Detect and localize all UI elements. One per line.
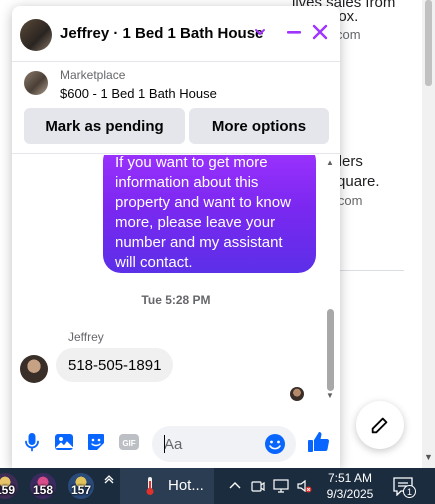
notification-count-badge: 1 — [403, 485, 416, 498]
new-message-button[interactable] — [356, 401, 404, 449]
sender-name: Jeffrey — [68, 330, 104, 344]
text-caret — [164, 435, 165, 453]
emoji-icon[interactable] — [264, 433, 286, 455]
voice-clip-button[interactable] — [22, 432, 42, 452]
chat-window: Jeffrey · 1 Bed 1 Bath House Marketplace… — [12, 6, 340, 468]
scroll-down-arrow-icon[interactable]: ▼ — [326, 391, 334, 400]
taskbar-app-button[interactable]: 158 — [30, 473, 56, 499]
avatar[interactable] — [20, 19, 52, 51]
message-list[interactable]: If you want to get more information abou… — [12, 155, 340, 415]
page-scrollbar-thumb[interactable] — [425, 0, 432, 86]
message-scrollbar-thumb[interactable] — [327, 309, 334, 391]
meet-now-icon[interactable] — [250, 478, 266, 494]
badge-count: 158 — [32, 483, 54, 497]
clock-time: 7:51 AM — [327, 471, 373, 485]
photo-icon — [55, 434, 74, 450]
chat-header[interactable]: Jeffrey · 1 Bed 1 Bath House — [12, 6, 340, 62]
gif-icon: GIF — [119, 434, 139, 450]
sticker-button[interactable] — [86, 432, 106, 452]
microphone-icon — [25, 433, 39, 452]
weather-label: Hot... — [168, 477, 204, 494]
minimize-icon — [287, 31, 301, 34]
chevron-up-icon[interactable] — [104, 472, 114, 484]
message-line: will contact. — [115, 254, 193, 271]
message-line: property and want to know — [115, 194, 291, 211]
taskbar: 159 158 157 Hot... 7:51 AM 9/3/2025 1 — [0, 468, 435, 504]
message-input-container[interactable] — [152, 426, 296, 462]
taskbar-app-button[interactable]: 159 — [0, 473, 18, 499]
listing-source: Marketplace — [60, 68, 126, 82]
message-line: If you want to get more — [115, 155, 268, 171]
seen-receipt-avatar — [290, 387, 304, 401]
close-icon[interactable] — [310, 22, 330, 42]
message-input[interactable] — [164, 434, 260, 454]
clock-date: 9/3/2025 — [326, 487, 374, 501]
listing-panel: Marketplace $600 - 1 Bed 1 Bath House Ma… — [12, 62, 340, 154]
message-timestamp: Tue 5:28 PM — [141, 293, 211, 307]
gif-button[interactable]: GIF — [118, 432, 140, 452]
scroll-down-arrow-icon[interactable]: ▼ — [424, 452, 433, 462]
thermometer-icon — [146, 477, 154, 495]
gif-label: GIF — [122, 439, 135, 448]
thumbs-up-icon[interactable] — [306, 430, 330, 454]
chat-title[interactable]: Jeffrey · 1 Bed 1 Bath House — [60, 25, 263, 42]
compose-icon — [371, 417, 388, 434]
chevron-down-icon[interactable] — [252, 24, 268, 40]
sender-avatar[interactable] — [20, 355, 48, 383]
system-clock[interactable]: 7:51 AM 9/3/2025 — [316, 470, 384, 502]
outgoing-message: If you want to get more information abou… — [103, 155, 316, 273]
mark-as-pending-button[interactable]: Mark as pending — [24, 108, 185, 144]
badge-count: 159 — [0, 483, 16, 497]
message-line: information about this — [115, 174, 259, 191]
badge-count: 157 — [70, 483, 92, 497]
incoming-message: 518-505-1891 — [56, 348, 174, 382]
more-options-button[interactable]: More options — [189, 108, 329, 144]
listing-thumbnail[interactable] — [24, 71, 48, 95]
scroll-up-arrow-icon[interactable]: ▲ — [326, 158, 334, 167]
chevron-up-icon[interactable] — [227, 478, 243, 494]
message-line: number and my assistant — [115, 234, 283, 251]
network-icon[interactable] — [273, 478, 289, 494]
attach-photo-button[interactable] — [54, 432, 74, 452]
listing-title[interactable]: $600 - 1 Bed 1 Bath House — [60, 86, 217, 101]
volume-muted-icon[interactable] — [296, 478, 312, 494]
taskbar-app-button[interactable]: 157 — [68, 473, 94, 499]
minimize-button[interactable] — [284, 22, 304, 42]
composer-bar: GIF — [12, 415, 340, 468]
message-line: more, please leave your — [115, 214, 276, 231]
sticker-icon — [88, 434, 104, 450]
